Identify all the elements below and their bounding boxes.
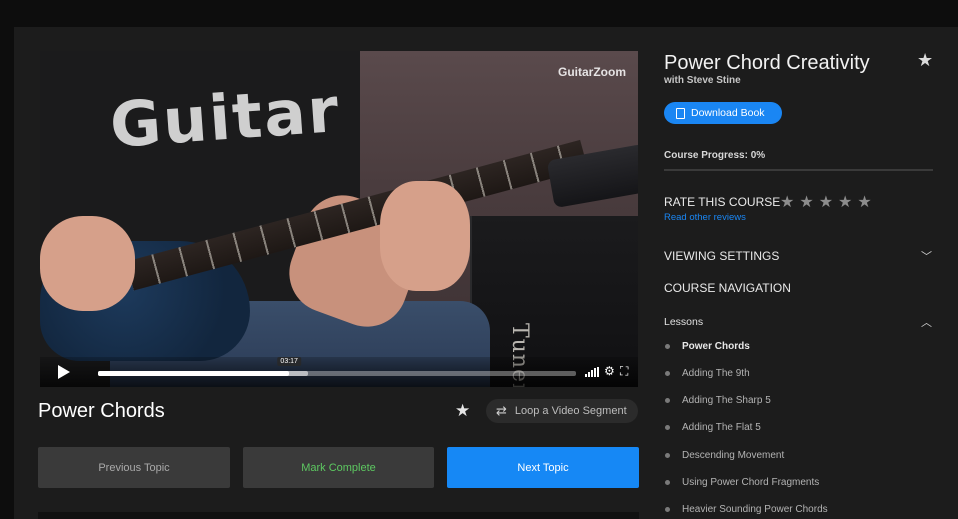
volume-icon[interactable]	[585, 367, 599, 377]
next-topic-button[interactable]: Next Topic	[447, 447, 639, 488]
bullet-icon	[665, 344, 670, 349]
course-progress-label: Course Progress: 0%	[664, 150, 766, 161]
lesson-label: Using Power Chord Fragments	[682, 477, 820, 488]
lesson-item[interactable]: Descending Movement	[665, 450, 784, 461]
chevron-up-icon[interactable]: ︿	[921, 314, 932, 330]
lesson-label: Heavier Sounding Power Chords	[682, 504, 828, 515]
rate-course-label: RATE THIS COURSE	[664, 195, 781, 209]
lesson-label: Power Chords	[682, 341, 750, 352]
time-tooltip: 03:17	[277, 357, 301, 366]
document-icon	[676, 107, 685, 119]
favorite-star-icon[interactable]: ★	[455, 401, 470, 421]
lesson-label: Adding The Sharp 5	[682, 395, 771, 406]
previous-topic-button[interactable]: Previous Topic	[38, 447, 230, 488]
rating-star-icon[interactable]: ★	[819, 192, 833, 212]
lesson-item[interactable]: Power Chords	[665, 341, 750, 352]
read-reviews-link[interactable]: Read other reviews	[664, 212, 746, 223]
download-book-button[interactable]: Download Book	[664, 102, 782, 124]
lesson-item[interactable]: Using Power Chord Fragments	[665, 477, 819, 488]
topic-title: Power Chords	[38, 400, 165, 422]
rating-star-icon[interactable]: ★	[799, 192, 813, 212]
lesson-label: Descending Movement	[682, 450, 785, 461]
picking-hand	[40, 216, 135, 311]
course-progress-bar	[664, 169, 933, 171]
content-panel-edge	[38, 512, 639, 519]
gear-icon[interactable]: ⚙	[604, 364, 615, 378]
rating-star-icon[interactable]: ★	[857, 192, 871, 212]
video-watermark: GuitarZoom	[558, 65, 626, 79]
loop-icon: ⇄	[496, 403, 507, 418]
mark-complete-button[interactable]: Mark Complete	[243, 447, 434, 488]
fullscreen-icon[interactable]: ⛶	[620, 364, 628, 379]
loop-segment-button[interactable]: ⇄ Loop a Video Segment	[486, 399, 638, 423]
lesson-label: Adding The 9th	[682, 368, 750, 379]
lesson-item[interactable]: Adding The Sharp 5	[665, 395, 771, 406]
course-favorite-star-icon[interactable]: ★	[917, 50, 933, 71]
rating-stars: ★ ★ ★ ★ ★	[780, 192, 872, 212]
course-instructor: with Steve Stine	[664, 75, 741, 86]
bullet-icon	[665, 425, 670, 430]
rating-star-icon[interactable]: ★	[838, 192, 852, 212]
lesson-item[interactable]: Heavier Sounding Power Chords	[665, 504, 828, 515]
video-progress-bar[interactable]: 03:17	[98, 357, 576, 376]
video-frame: Tuner Guitar	[40, 51, 638, 387]
bullet-icon	[665, 507, 670, 512]
video-player[interactable]: Tuner Guitar GuitarZoom 03:17 ⚙ ⛶	[40, 51, 638, 387]
rating-star-icon[interactable]: ★	[780, 192, 794, 212]
course-navigation-heading: COURSE NAVIGATION	[664, 281, 791, 295]
video-controls: 03:17 ⚙ ⛶	[40, 357, 638, 387]
bullet-icon	[665, 371, 670, 376]
viewing-settings-toggle[interactable]: VIEWING SETTINGS	[664, 249, 779, 263]
lesson-label: Adding The Flat 5	[682, 422, 761, 433]
chevron-down-icon[interactable]: ﹀	[921, 248, 932, 264]
bullet-icon	[665, 480, 670, 485]
loop-segment-label: Loop a Video Segment	[514, 405, 627, 417]
lesson-item[interactable]: Adding The 9th	[665, 368, 750, 379]
lesson-item[interactable]: Adding The Flat 5	[665, 422, 761, 433]
fretting-hand	[380, 181, 470, 291]
download-book-label: Download Book	[691, 107, 765, 119]
video-progress-fill	[98, 371, 290, 376]
bullet-icon	[665, 453, 670, 458]
bullet-icon	[665, 398, 670, 403]
lessons-toggle[interactable]: Lessons	[664, 316, 703, 328]
course-title: Power Chord Creativity	[664, 52, 870, 74]
play-icon[interactable]	[58, 365, 70, 379]
